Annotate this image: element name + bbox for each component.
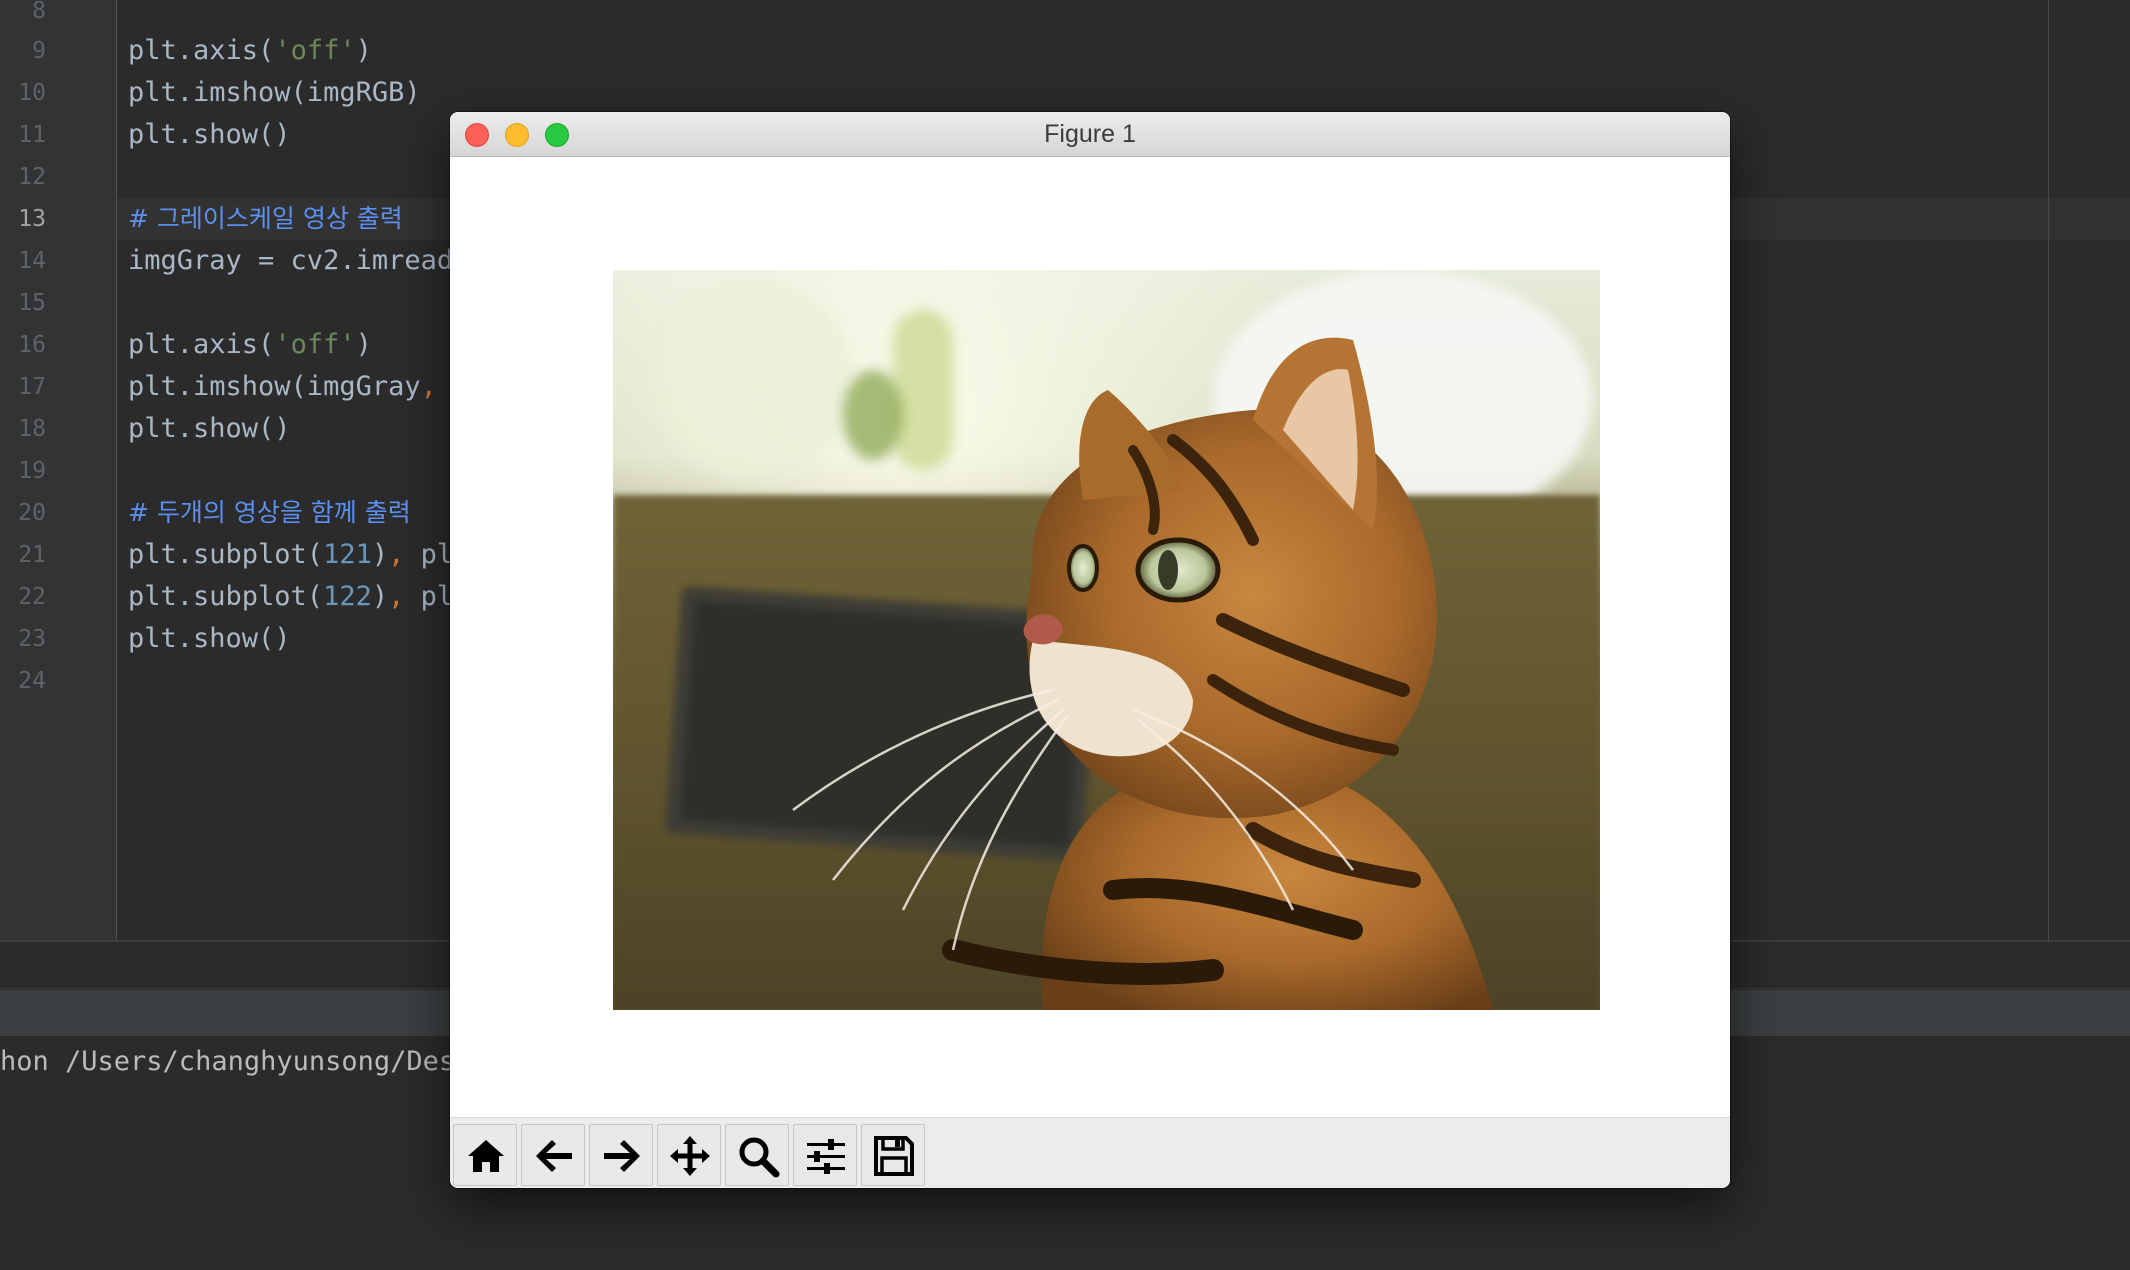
line-number: 9 (32, 38, 46, 64)
code-comment-line[interactable]: # 두개의 영상을 함께 출력 (128, 492, 411, 534)
forward-arrow-icon (604, 1140, 640, 1172)
figure-toolbar (450, 1117, 1730, 1188)
figure-canvas[interactable] (450, 157, 1730, 1117)
back-button[interactable] (521, 1124, 585, 1186)
back-arrow-icon (536, 1140, 572, 1172)
save-button[interactable] (861, 1124, 925, 1186)
line-number: 15 (18, 290, 46, 316)
save-floppy-icon (874, 1136, 914, 1176)
line-number: 11 (18, 122, 46, 148)
line-number: 14 (18, 248, 46, 274)
close-window-button[interactable] (465, 123, 489, 147)
forward-button[interactable] (589, 1124, 653, 1186)
line-number: 20 (18, 500, 46, 526)
line-number: 12 (18, 164, 46, 190)
cat-illustration (792, 337, 1493, 1010)
code-line[interactable]: plt.imshow(imgGray, (128, 366, 437, 408)
code-line[interactable]: plt.imshow(imgRGB) (128, 72, 421, 114)
code-line[interactable]: plt.subplot(122), pl (128, 576, 453, 618)
line-number-gutter: 8 9 10 11 12 13 14 15 16 17 18 19 20 21 … (0, 0, 117, 940)
line-number: 18 (18, 416, 46, 442)
code-line[interactable]: plt.axis('off') (128, 324, 372, 366)
home-icon (468, 1140, 504, 1172)
line-number: 8 (32, 0, 46, 24)
configure-subplots-button[interactable] (793, 1124, 857, 1186)
pan-button[interactable] (657, 1124, 721, 1186)
line-number: 17 (18, 374, 46, 400)
line-number: 23 (18, 626, 46, 652)
cat-photo (613, 270, 1600, 1010)
code-line[interactable]: plt.show() (128, 408, 291, 450)
code-line[interactable]: plt.show() (128, 114, 291, 156)
home-button[interactable] (453, 1124, 517, 1186)
zoom-magnifier-icon (739, 1137, 780, 1178)
line-number: 19 (18, 458, 46, 484)
maximize-window-button[interactable] (545, 123, 569, 147)
pan-move-icon (670, 1136, 710, 1176)
code-line[interactable]: plt.show() (128, 618, 291, 660)
zoom-button[interactable] (725, 1124, 789, 1186)
run-command-line: hon /Users/changhyunsong/Desk (0, 1046, 472, 1077)
line-number: 10 (18, 80, 46, 106)
code-line[interactable]: plt.subplot(121), pl (128, 534, 453, 576)
right-margin-guide (2048, 0, 2049, 940)
line-number-active: 13 (18, 206, 46, 232)
minimize-window-button[interactable] (505, 123, 529, 147)
window-titlebar[interactable]: Figure 1 (450, 112, 1730, 157)
line-number: 24 (18, 668, 46, 694)
line-number: 16 (18, 332, 46, 358)
matplotlib-figure-window[interactable]: Figure 1 (450, 112, 1730, 1188)
configure-subplots-icon (807, 1139, 845, 1174)
code-comment-line[interactable]: # 그레이스케일 영상 출력 (128, 198, 403, 240)
code-line[interactable]: plt.axis('off') (128, 30, 372, 72)
line-number: 21 (18, 542, 46, 568)
line-number: 22 (18, 584, 46, 610)
window-title: Figure 1 (1044, 120, 1136, 148)
code-line[interactable]: imgGray = cv2.imread (128, 240, 453, 282)
